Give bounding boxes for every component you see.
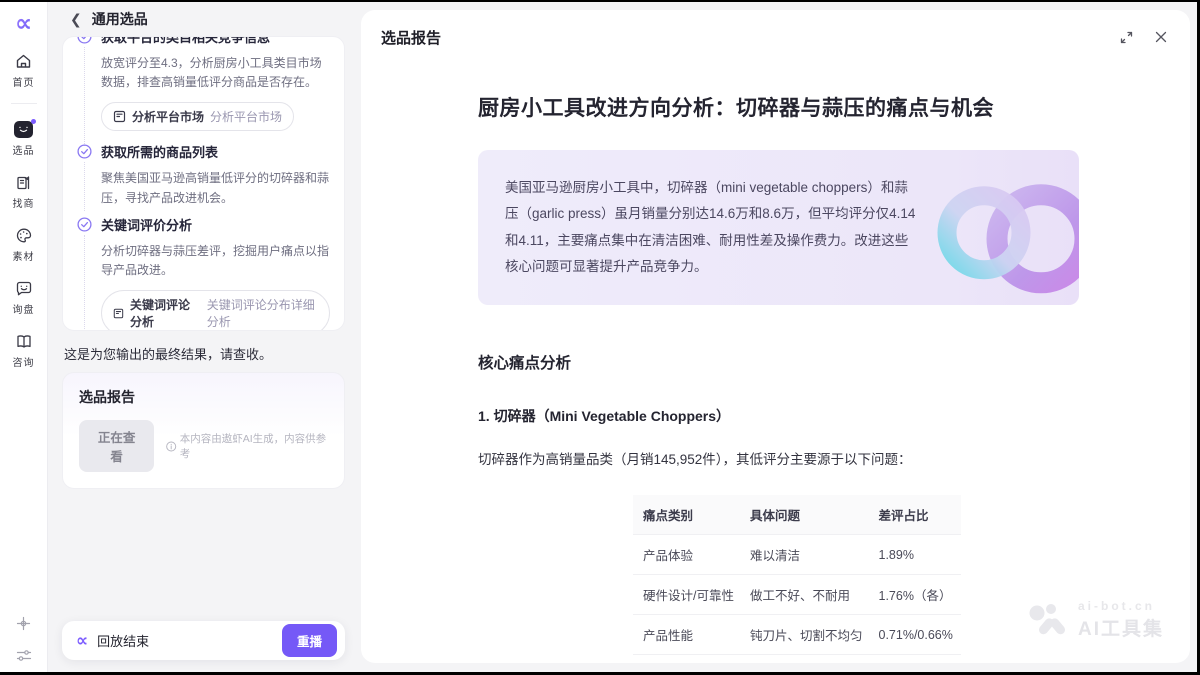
book-icon [15,332,33,350]
check-circle-icon [77,217,92,232]
sidebar-item-label: 找商 [13,195,35,210]
step-title: 获取所需的商品列表 [101,143,330,162]
settings-slider-icon[interactable] [16,649,32,662]
document-icon [113,307,124,320]
tool-chip[interactable]: 分析平台市场 分析平台市场 [101,102,294,131]
document-icon [113,110,126,123]
sidebar-item-label: 咨询 [13,354,35,369]
notification-dot [31,119,36,124]
task-step: 关键词评价分析 分析切碎器与蒜压差评，挖掘用户痛点以指导产品改进。 关键词评论分… [77,216,330,331]
app-logo-icon: ∝ [15,12,32,36]
paragraph: 切碎器作为高销量品类（月销145,952件），其低评分主要源于以下问题： [478,448,1150,468]
sidebar-item-inquiries[interactable]: 询盘 [13,279,35,316]
check-circle-icon [77,144,92,159]
back-chevron-icon[interactable]: ❮ [70,12,82,26]
rail-divider [11,103,37,104]
app-window: ∝ 首页 选品 找商 [0,2,1197,672]
viewing-status-button[interactable]: 正在查看 [79,420,154,472]
step-title: 关键词评价分析 [101,216,330,235]
report-panel-title: 选品报告 [381,27,1099,48]
close-icon[interactable] [1154,30,1168,44]
column-header: 差评占比 [871,495,961,535]
product-selection-icon [14,120,33,138]
table-row: 硬件设计/可靠性 做工不好、不耐用 1.76%（各） [633,575,961,615]
table-header-row: 痛点类别 具体问题 差评占比 [633,495,961,535]
sidebar-item-label: 询盘 [13,301,35,316]
step-description: 分析切碎器与蒜压差评，挖掘用户痛点以指导产品改进。 [101,242,330,280]
move-tool-icon[interactable] [16,616,31,631]
report-panel-header: 选品报告 [361,10,1190,64]
sidebar-item-find-merchants[interactable]: 找商 [13,173,35,210]
task-step: 获取平台的类目相关竞争信息 放宽评分至4.3，分析厨房小工具类目市场数据，排查高… [77,36,330,143]
chip-sublabel: 关键词评论分布详细分析 [207,296,318,330]
report-card-title: 选品报告 [79,387,328,407]
summary-callout: 美国亚马逊厨房小工具中，切碎器（mini vegetable choppers）… [478,150,1079,305]
chip-sublabel: 分析平台市场 [210,108,282,125]
info-icon [166,441,176,452]
check-circle-icon [77,36,92,44]
steps-card: 获取平台的类目相关竞争信息 放宽评分至4.3，分析厨房小工具类目市场数据，排查高… [62,36,345,331]
infinity-logo-graphic [936,170,1079,300]
ai-disclaimer: 本内容由遨虾AI生成，内容供参考 [166,431,328,461]
task-step: 获取所需的商品列表 聚焦美国亚马逊高销量低评分的切碎器和蒜压，寻找产品改进机会。 [77,143,330,207]
final-note: 这是为您输出的最终结果，请查收。 [64,344,343,363]
step-description: 放宽评分至4.3，分析厨房小工具类目市场数据，排查高销量低评分商品是否存在。 [101,54,330,92]
playback-bar: ∝ 回放结束 重播 [62,621,345,660]
table-row: 产品体验 难以清洁 1.89% [633,535,961,575]
left-rail: ∝ 首页 选品 找商 [0,2,48,672]
sidebar-item-label: 选品 [13,142,35,157]
task-panel: ❮ 通用选品 获取平台的类目相关竞争信息 放宽评分至4.3，分析厨房小工具类目市… [48,2,358,672]
pain-points-table: 痛点类别 具体问题 差评占比 产品体验 难以清洁 1.89% 硬件设计/可靠性 … [633,495,961,663]
expand-icon[interactable] [1119,30,1134,45]
table-row: 产品功能 有限容量 0.71% [633,655,961,663]
replay-button[interactable]: 重播 [282,624,337,657]
playback-status: 回放结束 [97,631,282,650]
sidebar-item-materials[interactable]: 素材 [13,226,35,263]
summary-text: 美国亚马逊厨房小工具中，切碎器（mini vegetable choppers）… [505,175,919,280]
sidebar-item-consulting[interactable]: 咨询 [13,332,35,369]
find-merchants-icon [15,173,32,191]
sidebar-item-home[interactable]: 首页 [13,52,35,89]
document-title: 厨房小工具改进方向分析：切碎器与蒜压的痛点与机会 [478,92,1150,122]
sidebar-item-label: 素材 [13,248,35,263]
tool-chip[interactable]: 关键词评论分析 关键词评论分布详细分析 [101,290,330,331]
column-header: 具体问题 [742,495,871,535]
section-heading: 核心痛点分析 [478,351,1150,373]
chip-label: 分析平台市场 [132,108,204,125]
sidebar-item-label: 首页 [13,74,35,89]
sub-heading: 1. 切碎器（Mini Vegetable Choppers） [478,406,1150,426]
step-title: 获取平台的类目相关竞争信息 [101,36,330,47]
report-result-card: 选品报告 正在查看 本内容由遨虾AI生成，内容供参考 [62,372,345,489]
sidebar-item-product-selection[interactable]: 选品 [13,120,35,157]
report-panel: 选品报告 厨房小工具改进方向分析：切碎器与蒜压的痛点与机会 美国亚马逊厨房小工具… [361,10,1190,663]
column-header: 痛点类别 [633,495,742,535]
task-panel-title: 通用选品 [92,9,148,29]
app-logo-icon: ∝ [76,632,88,649]
table-row: 产品性能 钝刀片、切割不均匀 0.71%/0.66% [633,615,961,655]
chat-icon [15,279,33,297]
home-icon [15,52,32,70]
palette-icon [15,226,33,244]
step-description: 聚焦美国亚马逊高销量低评分的切碎器和蒜压，寻找产品改进机会。 [101,169,330,207]
chip-label: 关键词评论分析 [130,296,201,330]
report-content[interactable]: 厨房小工具改进方向分析：切碎器与蒜压的痛点与机会 美国亚马逊厨房小工具中，切碎器… [361,64,1190,663]
